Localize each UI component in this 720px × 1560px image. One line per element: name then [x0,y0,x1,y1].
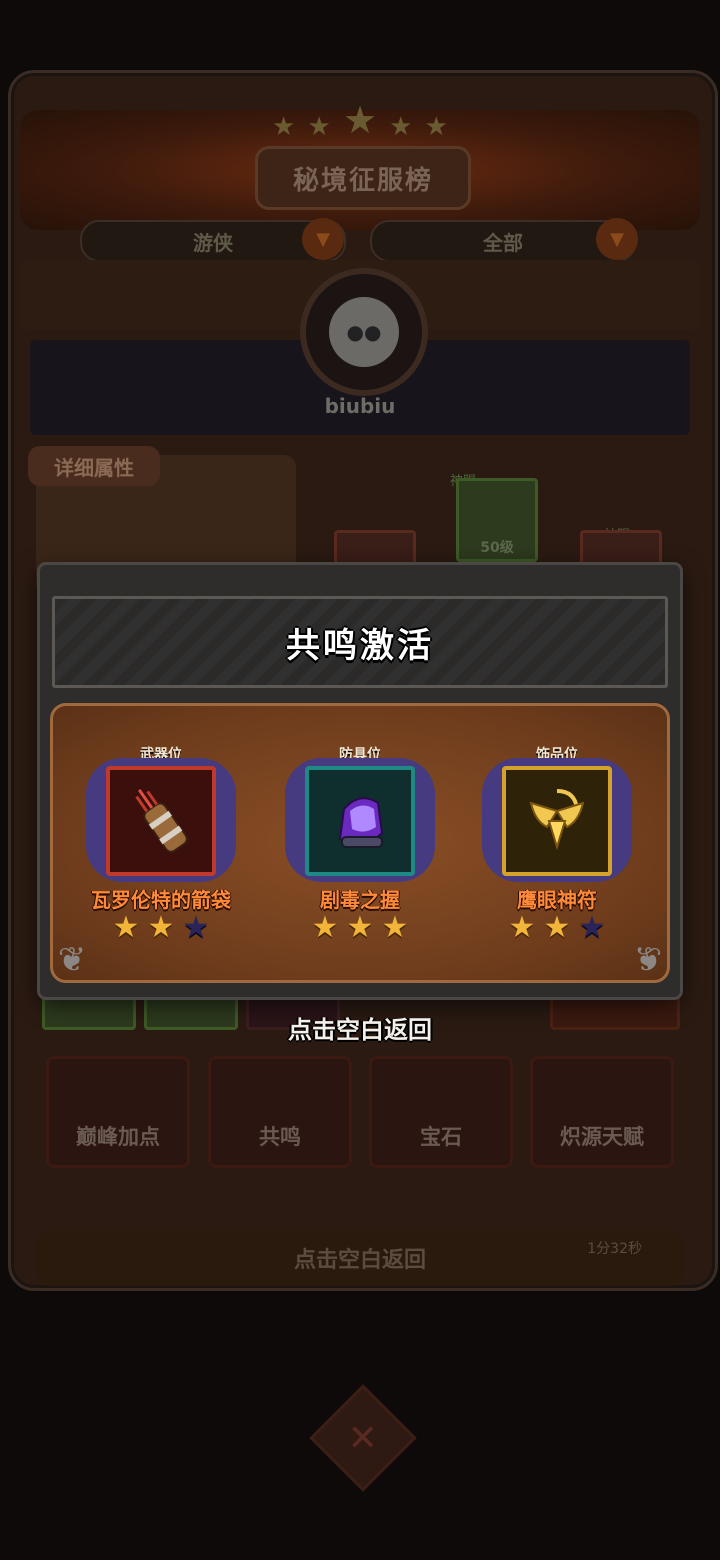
ranking-title: 秘境征服榜 [255,146,471,210]
tab-label: 炽源天赋 [560,1125,644,1149]
gauntlet-icon [338,797,384,848]
sheep-avatar-icon: ●● [329,297,399,367]
close-button[interactable]: ✕ [309,1384,417,1492]
star-filled-icon: ★ [147,910,175,945]
item-frame [106,766,216,876]
item-frame [502,766,612,876]
item-frame [305,766,415,876]
rank-stars: ★ ★ ★ ★ ★ [272,98,448,142]
background-tap-hint-text: 点击空白返回 [293,1248,426,1273]
close-icon: ✕ [347,1417,379,1459]
resonance-item-weapon[interactable]: 武器位 瓦罗伦特的箭袋 ★ ★ ★ [76,742,246,952]
scope-dropdown-value: 全部 [483,230,523,255]
item-name: 瓦罗伦特的箭袋 [91,888,231,912]
tab-gems[interactable]: 宝石 [369,1056,513,1168]
star-filled-icon: ★ [112,910,140,945]
detail-attributes-tab[interactable]: 详细属性 [28,446,160,486]
modal-header: 共鸣激活 [52,596,668,688]
star-rating: ★ ★ ★ [472,912,642,944]
item-name: 剧毒之握 [320,888,400,912]
star-icon: ★ [307,112,331,142]
modal-title: 共鸣激活 [286,625,434,666]
player-name: biubiu [324,394,396,418]
tab-label: 共鸣 [259,1125,301,1149]
avatar[interactable]: ●● [300,268,428,396]
timer: 1分32秒 [587,1241,642,1257]
godsend-slot[interactable]: 50级 [456,478,538,562]
star-empty-icon: ★ [182,910,210,945]
star-filled-icon: ★ [346,910,374,945]
resonance-item-armor[interactable]: 防具位 剧毒之握 ★ ★ ★ [275,742,445,952]
resonance-item-accessory[interactable]: 饰品位 鹰眼神符 ★ ★ ★ [472,742,642,952]
winged-amulet-icon [529,789,585,851]
tab-resonance[interactable]: 共鸣 [208,1056,352,1168]
class-dropdown-value: 游侠 [193,230,233,255]
star-filled-icon: ★ [311,910,339,945]
star-filled-icon: ★ [381,910,409,945]
tap-to-return-hint[interactable]: 点击空白返回 [0,1010,720,1045]
star-rating: ★ ★ ★ [76,912,246,944]
star-icon: ★ [342,98,378,142]
star-filled-icon: ★ [543,910,571,945]
tab-label: 巅峰加点 [76,1125,160,1149]
tab-peak-points[interactable]: 巅峰加点 [46,1056,190,1168]
chevron-down-icon[interactable]: ▼ [596,218,638,260]
slot-level: 50级 [480,540,514,556]
star-icon: ★ [389,112,413,142]
tab-label: 宝石 [420,1125,462,1149]
star-filled-icon: ★ [508,910,536,945]
item-name: 鹰眼神符 [517,888,597,912]
tab-talent[interactable]: 炽源天赋 [530,1056,674,1168]
star-rating: ★ ★ ★ [275,912,445,944]
quiver-icon [135,789,188,853]
star-empty-icon: ★ [578,910,606,945]
chevron-down-icon[interactable]: ▼ [302,218,344,260]
star-icon: ★ [424,112,448,142]
star-icon: ★ [272,112,296,142]
